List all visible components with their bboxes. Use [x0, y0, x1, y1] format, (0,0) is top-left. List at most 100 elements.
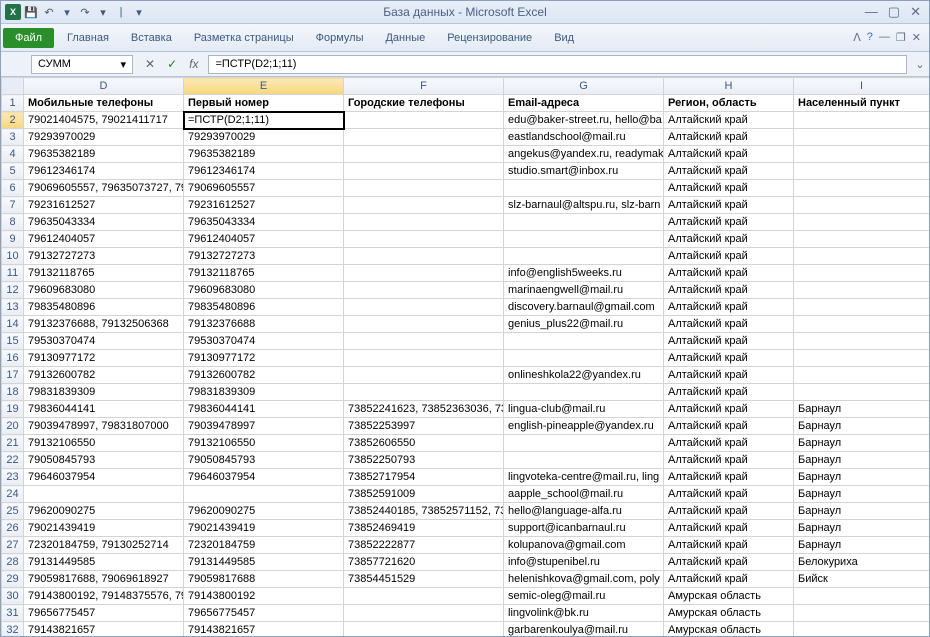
cell-E25[interactable]: 79620090275: [184, 503, 344, 520]
cell-H26[interactable]: Алтайский край: [664, 520, 794, 537]
cell-E28[interactable]: 79131449585: [184, 554, 344, 571]
cell-I2[interactable]: [794, 112, 930, 129]
cell-E3[interactable]: 79293970029: [184, 129, 344, 146]
cell-E6[interactable]: 79069605557: [184, 180, 344, 197]
row-header[interactable]: 2: [2, 112, 24, 129]
cell-E21[interactable]: 79132106550: [184, 435, 344, 452]
cell-G19[interactable]: lingua-club@mail.ru: [504, 401, 664, 418]
cell-H2[interactable]: Алтайский край: [664, 112, 794, 129]
row-header[interactable]: 3: [2, 129, 24, 146]
cell-E16[interactable]: 79130977172: [184, 350, 344, 367]
cell-I16[interactable]: [794, 350, 930, 367]
cell-D15[interactable]: 79530370474: [24, 333, 184, 350]
cell-D13[interactable]: 79835480896: [24, 299, 184, 316]
cell-H15[interactable]: Алтайский край: [664, 333, 794, 350]
cell-E22[interactable]: 79050845793: [184, 452, 344, 469]
help-icon[interactable]: ?: [867, 31, 873, 44]
cell-D32[interactable]: 79143821657: [24, 622, 184, 637]
cell-E8[interactable]: 79635043334: [184, 214, 344, 231]
spreadsheet-grid[interactable]: D E F G H I 1Мобильные телефоныПервый но…: [1, 77, 929, 636]
cell-F23[interactable]: 73852717954: [344, 469, 504, 486]
cell-H17[interactable]: Алтайский край: [664, 367, 794, 384]
cell-D14[interactable]: 79132376688, 79132506368: [24, 316, 184, 333]
cell-D21[interactable]: 79132106550: [24, 435, 184, 452]
cell-D7[interactable]: 79231612527: [24, 197, 184, 214]
cell-I26[interactable]: Барнаул: [794, 520, 930, 537]
cell-D23[interactable]: 79646037954: [24, 469, 184, 486]
row-header[interactable]: 28: [2, 554, 24, 571]
cell-I25[interactable]: Барнаул: [794, 503, 930, 520]
cell-H1[interactable]: Регион, область: [664, 95, 794, 112]
cell-E26[interactable]: 79021439419: [184, 520, 344, 537]
cell-F29[interactable]: 73854451529: [344, 571, 504, 588]
row-header[interactable]: 26: [2, 520, 24, 537]
cell-I22[interactable]: Барнаул: [794, 452, 930, 469]
cell-E14[interactable]: 79132376688: [184, 316, 344, 333]
tab-home[interactable]: Главная: [56, 27, 120, 49]
cell-I17[interactable]: [794, 367, 930, 384]
cell-H29[interactable]: Алтайский край: [664, 571, 794, 588]
cell-E1[interactable]: Первый номер: [184, 95, 344, 112]
row-header[interactable]: 23: [2, 469, 24, 486]
redo-dd[interactable]: ▾: [95, 4, 111, 20]
row-header[interactable]: 25: [2, 503, 24, 520]
cell-D18[interactable]: 79831839309: [24, 384, 184, 401]
cell-E9[interactable]: 79612404057: [184, 231, 344, 248]
cell-F21[interactable]: 73852606550: [344, 435, 504, 452]
cell-I21[interactable]: Барнаул: [794, 435, 930, 452]
col-header-E[interactable]: E: [184, 78, 344, 95]
cell-G14[interactable]: genius_plus22@mail.ru: [504, 316, 664, 333]
qat-customize[interactable]: ▾: [131, 4, 147, 20]
cell-G21[interactable]: [504, 435, 664, 452]
cell-F26[interactable]: 73852469419: [344, 520, 504, 537]
cell-H27[interactable]: Алтайский край: [664, 537, 794, 554]
cell-I29[interactable]: Бийск: [794, 571, 930, 588]
cell-D24[interactable]: [24, 486, 184, 503]
cell-H23[interactable]: Алтайский край: [664, 469, 794, 486]
cell-I28[interactable]: Белокуриха: [794, 554, 930, 571]
tab-formulas[interactable]: Формулы: [305, 27, 375, 49]
cell-H11[interactable]: Алтайский край: [664, 265, 794, 282]
row-header[interactable]: 24: [2, 486, 24, 503]
cell-E31[interactable]: 79656775457: [184, 605, 344, 622]
cell-F28[interactable]: 73857721620: [344, 554, 504, 571]
cell-G22[interactable]: [504, 452, 664, 469]
row-header[interactable]: 11: [2, 265, 24, 282]
row-header[interactable]: 19: [2, 401, 24, 418]
col-header-I[interactable]: I: [794, 78, 930, 95]
cell-F2[interactable]: [344, 112, 504, 129]
tab-insert[interactable]: Вставка: [120, 27, 183, 49]
cell-F14[interactable]: [344, 316, 504, 333]
cell-D20[interactable]: 79039478997, 79831807000: [24, 418, 184, 435]
cell-D3[interactable]: 79293970029: [24, 129, 184, 146]
cell-D27[interactable]: 72320184759, 79130252714: [24, 537, 184, 554]
cell-H7[interactable]: Алтайский край: [664, 197, 794, 214]
cell-G6[interactable]: [504, 180, 664, 197]
cell-F25[interactable]: 73852440185, 73852571152, 7385: [344, 503, 504, 520]
close-button[interactable]: ✕: [910, 4, 921, 20]
cell-G10[interactable]: [504, 248, 664, 265]
cell-D25[interactable]: 79620090275: [24, 503, 184, 520]
cell-D8[interactable]: 79635043334: [24, 214, 184, 231]
cell-H30[interactable]: Амурская область: [664, 588, 794, 605]
row-header[interactable]: 6: [2, 180, 24, 197]
col-header-F[interactable]: F: [344, 78, 504, 95]
cell-D30[interactable]: 79143800192, 79148375576, 7914: [24, 588, 184, 605]
cell-F27[interactable]: 73852222877: [344, 537, 504, 554]
row-header[interactable]: 14: [2, 316, 24, 333]
cell-E27[interactable]: 72320184759: [184, 537, 344, 554]
cell-I10[interactable]: [794, 248, 930, 265]
cell-G18[interactable]: [504, 384, 664, 401]
cell-D11[interactable]: 79132118765: [24, 265, 184, 282]
tab-pagelayout[interactable]: Разметка страницы: [183, 27, 305, 49]
cell-H6[interactable]: Алтайский край: [664, 180, 794, 197]
cell-E29[interactable]: 79059817688: [184, 571, 344, 588]
cell-E4[interactable]: 79635382189: [184, 146, 344, 163]
cell-F24[interactable]: 73852591009: [344, 486, 504, 503]
cell-I5[interactable]: [794, 163, 930, 180]
cell-F18[interactable]: [344, 384, 504, 401]
cell-H12[interactable]: Алтайский край: [664, 282, 794, 299]
cell-F19[interactable]: 73852241623, 73852363036, 7385: [344, 401, 504, 418]
cell-G24[interactable]: aapple_school@mail.ru: [504, 486, 664, 503]
cell-F7[interactable]: [344, 197, 504, 214]
